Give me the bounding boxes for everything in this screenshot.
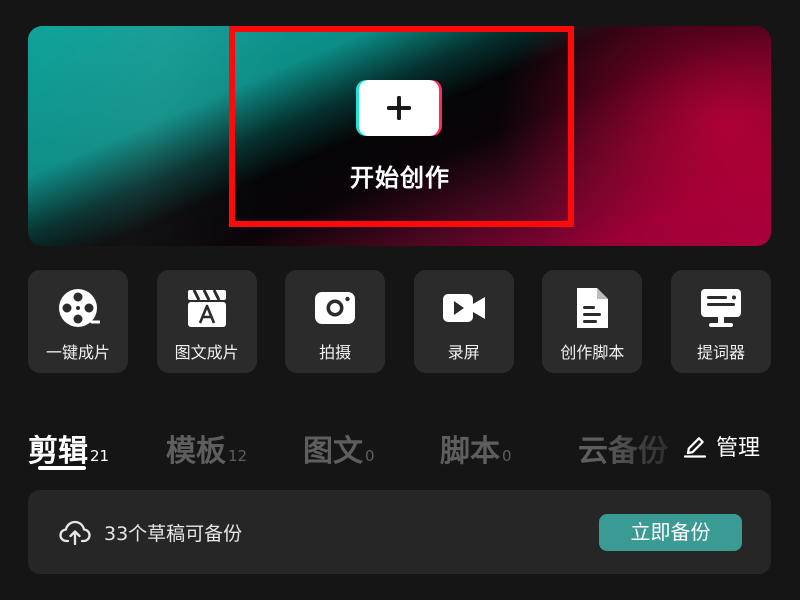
tab-count: 0: [365, 447, 375, 465]
tab-edit[interactable]: 剪辑 21: [28, 426, 109, 470]
manage-button[interactable]: 管理: [680, 428, 761, 464]
tool-label: 图文成片: [174, 343, 239, 362]
active-tab-indicator: [38, 466, 86, 470]
tab-image-text[interactable]: 图文 0: [303, 426, 375, 470]
tool-label: 一键成片: [45, 343, 110, 362]
tab-scripts[interactable]: 脚本 0: [440, 426, 512, 470]
script-document-icon: [577, 288, 609, 328]
tool-text-to-film[interactable]: 图文成片: [156, 270, 257, 373]
tab-templates[interactable]: 模板 12: [166, 426, 247, 470]
tool-camera[interactable]: 拍摄: [285, 270, 386, 373]
tab-label: 图文: [303, 434, 363, 469]
teleprompter-icon: [701, 289, 741, 327]
screen-record-icon: [442, 294, 485, 322]
tool-teleprompter[interactable]: 提词器: [671, 270, 771, 373]
start-create-button[interactable]: [359, 80, 439, 136]
tool-label: 录屏: [447, 343, 480, 362]
tabs-fade: [600, 420, 690, 476]
backup-now-button[interactable]: 立即备份: [599, 514, 742, 551]
tab-count: 0: [502, 447, 512, 465]
start-create-label[interactable]: 开始创作: [300, 158, 500, 193]
tab-label: 脚本: [440, 434, 500, 469]
quick-tools-row: 一键成片 图文成片 拍摄 录屏 创作脚本 提词器: [28, 270, 771, 373]
backup-bar: 33个草稿可备份 立即备份: [28, 490, 771, 574]
pencil-icon: [683, 437, 707, 458]
backup-message: 33个草稿可备份: [104, 523, 243, 545]
tab-label: 剪辑: [28, 434, 88, 469]
tool-one-click-film[interactable]: 一键成片: [28, 270, 128, 373]
tab-label: 模板: [166, 434, 226, 469]
film-reel-icon: [59, 289, 100, 327]
tool-label: 拍摄: [319, 343, 352, 362]
tab-count: 21: [90, 447, 110, 465]
tool-creation-script[interactable]: 创作脚本: [542, 270, 643, 373]
tab-count: 12: [228, 447, 248, 465]
tool-label: 提词器: [696, 343, 745, 362]
tool-label: 创作脚本: [560, 343, 625, 362]
tool-screen-record[interactable]: 录屏: [413, 270, 514, 373]
cloud-upload-icon: [59, 520, 91, 545]
plus-icon: [387, 96, 411, 120]
manage-label: 管理: [716, 436, 761, 461]
camera-icon: [315, 292, 356, 324]
clapperboard-text-icon: [187, 289, 226, 327]
